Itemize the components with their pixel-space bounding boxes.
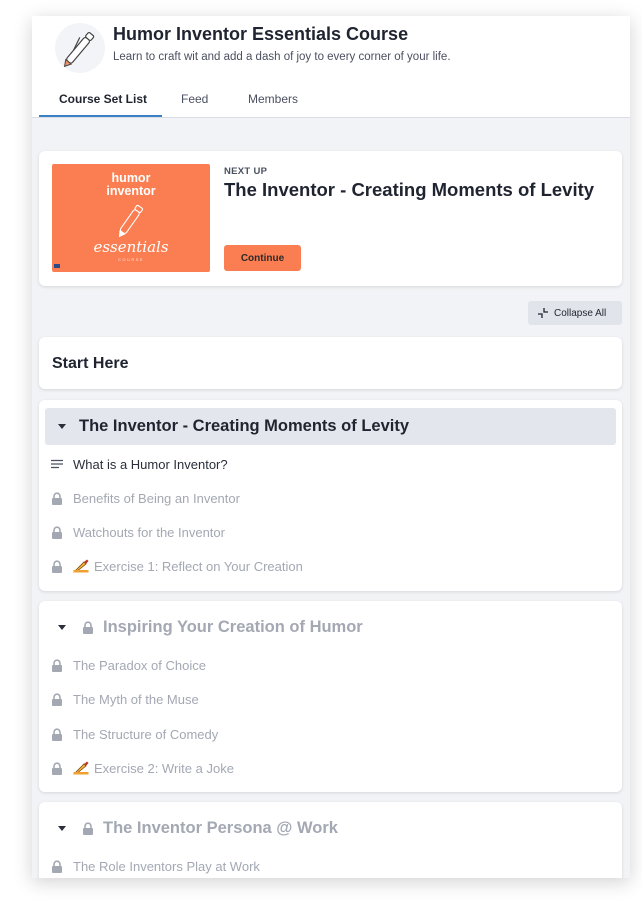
lock-icon <box>51 491 73 505</box>
lesson-item: The Structure of Comedy <box>51 724 218 744</box>
start-here-title: Start Here <box>52 355 129 372</box>
lesson-item: The Myth of the Muse <box>51 689 199 709</box>
collapse-all-button[interactable]: Collapse All <box>528 301 622 325</box>
writing-hand-icon <box>73 761 89 775</box>
text-lines-icon <box>51 459 73 469</box>
lesson-label: Exercise 1: Reflect on Your Creation <box>94 558 303 574</box>
active-tab-indicator <box>39 115 162 117</box>
section-header[interactable]: The Inventor - Creating Moments of Levit… <box>45 408 616 445</box>
writing-hand-icon <box>73 559 89 573</box>
course-subtitle: Learn to craft wit and add a dash of joy… <box>113 51 451 63</box>
lesson-item: Watchouts for the Inventor <box>51 522 225 542</box>
svg-text:humor: humor <box>112 171 151 185</box>
next-up-title[interactable]: The Inventor - Creating Moments of Levit… <box>224 179 594 201</box>
lesson-item: Exercise 1: Reflect on Your Creation <box>51 556 303 576</box>
lock-icon <box>51 761 73 775</box>
lock-icon <box>51 727 73 741</box>
collapse-all-label: Collapse All <box>554 307 607 319</box>
lesson-item: The Role Inventors Play at Work <box>51 856 260 876</box>
svg-text:inventor: inventor <box>106 184 155 198</box>
tab-course-set-list[interactable]: Course Set List <box>59 92 147 106</box>
section-card: The Inventor - Creating Moments of Levit… <box>39 400 622 591</box>
lesson-item: Exercise 2: Write a Joke <box>51 758 234 778</box>
lock-icon <box>82 621 94 639</box>
lesson-label: Exercise 2: Write a Joke <box>94 760 234 776</box>
lock-icon <box>51 559 73 573</box>
lock-icon <box>51 525 73 539</box>
caret-down-icon[interactable] <box>58 625 66 630</box>
lock-icon <box>51 658 73 672</box>
course-header: Humor Inventor Essentials Course Learn t… <box>32 16 630 118</box>
lesson-label: The Role Inventors Play at Work <box>73 858 260 874</box>
start-here-card[interactable]: Start Here <box>39 337 622 389</box>
tab-bar: Course Set List Feed Members <box>32 88 630 117</box>
lesson-item: Benefits of Being an Inventor <box>51 488 240 508</box>
lesson-label: The Paradox of Choice <box>73 657 206 673</box>
continue-button[interactable]: Continue <box>224 245 301 271</box>
lesson-label: Benefits of Being an Inventor <box>73 490 240 506</box>
lesson-item: The Paradox of Choice <box>51 655 206 675</box>
section-title: Inspiring Your Creation of Humor <box>103 618 363 636</box>
section-card: The Inventor Persona @ Work The Role Inv… <box>39 802 622 878</box>
section-title: The Inventor - Creating Moments of Levit… <box>79 417 410 435</box>
next-up-card: humor inventor essentials COURSE NEXT UP… <box>39 151 622 286</box>
lesson-label: What is a Humor Inventor? <box>73 456 228 472</box>
caret-down-icon[interactable] <box>58 424 66 429</box>
caret-down-icon[interactable] <box>58 826 66 831</box>
tab-feed[interactable]: Feed <box>181 92 208 106</box>
course-window: Humor Inventor Essentials Course Learn t… <box>32 16 630 878</box>
lesson-label: The Structure of Comedy <box>73 726 219 742</box>
lesson-label: Watchouts for the Inventor <box>73 524 225 540</box>
section-card: Inspiring Your Creation of Humor The Par… <box>39 601 622 792</box>
section-title: The Inventor Persona @ Work <box>103 819 338 837</box>
course-thumbnail[interactable]: humor inventor essentials COURSE <box>52 164 210 272</box>
svg-text:COURSE: COURSE <box>118 257 144 262</box>
collapse-icon <box>538 308 548 318</box>
section-header[interactable]: Inspiring Your Creation of Humor <box>45 609 616 646</box>
humor-inventor-logo: humor inventor essentials COURSE <box>54 171 169 268</box>
next-up-label: NEXT UP <box>224 166 268 177</box>
course-title: Humor Inventor Essentials Course <box>113 24 409 44</box>
lock-icon <box>82 822 94 840</box>
section-header[interactable]: The Inventor Persona @ Work <box>45 810 616 847</box>
tab-members[interactable]: Members <box>248 92 298 106</box>
lesson-item[interactable]: What is a Humor Inventor? <box>51 454 228 474</box>
svg-text:essentials: essentials <box>93 238 168 256</box>
lock-icon <box>51 692 73 706</box>
lesson-label: The Myth of the Muse <box>73 691 199 707</box>
pen-icon <box>55 23 105 73</box>
lock-icon <box>51 859 73 873</box>
